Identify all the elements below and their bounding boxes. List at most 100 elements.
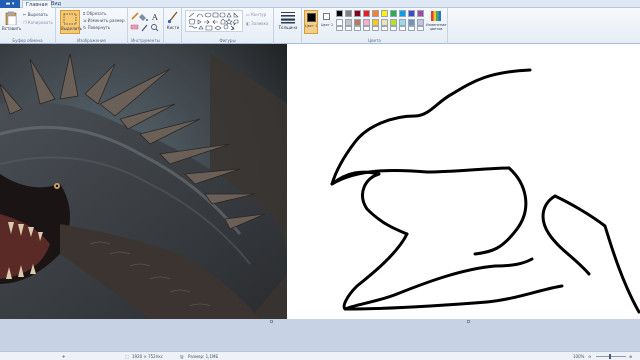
size-button[interactable]: Толщина xyxy=(277,10,299,30)
colors-group-label: Цвета xyxy=(368,38,381,43)
custom-color-slot[interactable] xyxy=(345,26,352,31)
color1-swatch xyxy=(307,13,316,22)
palette-swatch[interactable] xyxy=(372,19,379,26)
resize-button[interactable]: ⇲ Изменить размер xyxy=(83,18,125,23)
paste-button[interactable]: Вставить xyxy=(2,11,22,31)
custom-color-slot[interactable] xyxy=(336,26,343,31)
fill-bucket-icon[interactable] xyxy=(139,14,148,21)
palette-swatch[interactable] xyxy=(336,19,343,26)
custom-color-slot[interactable] xyxy=(372,26,379,31)
pasted-dragon-image[interactable] xyxy=(0,44,287,319)
drawing-stroke-head xyxy=(330,68,532,236)
eraser-icon[interactable] xyxy=(130,24,139,30)
palette-swatch[interactable] xyxy=(354,19,361,26)
fill-button[interactable]: ◧ Заливка xyxy=(246,21,268,26)
zoom-slider[interactable] xyxy=(596,356,626,357)
palette-swatch[interactable] xyxy=(363,10,370,17)
drawing-stroke-jaw xyxy=(473,166,528,256)
crop-button[interactable]: ⌗ Обрезать xyxy=(83,11,106,16)
rotate-button[interactable]: ↻ Повернуть xyxy=(83,25,110,30)
file-menu-button[interactable]: ▬ ▾ xyxy=(0,0,20,8)
edit-colors-button[interactable]: Изменение цветов xyxy=(426,10,446,31)
brush-icon xyxy=(167,11,178,24)
zoom-slider-thumb[interactable] xyxy=(609,354,611,359)
text-icon[interactable]: A xyxy=(151,13,158,22)
shapes-gallery[interactable] xyxy=(185,10,243,32)
drawing-stroke-brow xyxy=(330,166,511,186)
select-button[interactable]: Выделить xyxy=(60,10,82,34)
copy-button[interactable]: ❐ Копировать xyxy=(23,20,53,25)
custom-color-slot[interactable] xyxy=(417,26,424,31)
custom-color-slot[interactable] xyxy=(408,26,415,31)
palette-swatch[interactable] xyxy=(408,10,415,17)
shapes-group: ▭ Контур ◧ Заливка Фигуры xyxy=(182,8,274,44)
custom-color-slot[interactable] xyxy=(399,26,406,31)
palette-swatch[interactable] xyxy=(399,19,406,26)
palette-swatch[interactable] xyxy=(381,19,388,26)
color1-button[interactable]: Цвет 1 xyxy=(304,10,318,34)
palette-swatch[interactable] xyxy=(381,10,388,17)
clipboard-group: Вставить ✂ Вырезать ❐ Копировать Буфер о… xyxy=(0,8,56,44)
image-group-label: Изображение xyxy=(77,38,106,43)
custom-color-slot[interactable] xyxy=(381,26,388,31)
paste-icon xyxy=(5,11,17,25)
tools-group: A Инструменты xyxy=(128,8,164,44)
palette-swatch[interactable] xyxy=(399,10,406,17)
size-group: Толщина xyxy=(274,8,302,44)
palette-swatch[interactable] xyxy=(336,10,343,17)
brushes-button[interactable]: Кисти xyxy=(166,10,180,30)
palette-swatch[interactable] xyxy=(354,10,361,17)
magnifier-icon[interactable] xyxy=(151,24,159,32)
file-size-icon: 🖫 xyxy=(180,354,184,359)
copy-label: Копировать xyxy=(27,20,53,25)
resize-handle-bottom-left[interactable] xyxy=(270,320,273,323)
custom-color-slot[interactable] xyxy=(390,26,397,31)
palette-swatch[interactable] xyxy=(417,19,424,26)
resize-label: Изменить размер xyxy=(87,18,125,23)
palette-swatch[interactable] xyxy=(345,10,352,17)
brushes-label: Кисти xyxy=(166,25,180,30)
outline-button[interactable]: ▭ Контур xyxy=(246,12,266,17)
palette-swatch[interactable] xyxy=(390,19,397,26)
ribbon-tab-row: ▬ ▾ Главная Вид xyxy=(0,0,640,8)
crop-icon: ⌗ xyxy=(83,11,86,16)
scissors-icon: ✂ xyxy=(23,12,27,17)
resize-icon: ⇲ xyxy=(83,18,87,23)
color2-button[interactable]: Цвет 2 xyxy=(320,10,334,34)
custom-color-slot[interactable] xyxy=(363,26,370,31)
color-picker-icon[interactable] xyxy=(141,24,148,32)
palette-swatch[interactable] xyxy=(345,19,352,26)
custom-color-slot[interactable] xyxy=(354,26,361,31)
cut-button[interactable]: ✂ Вырезать xyxy=(23,12,48,17)
palette-swatch[interactable] xyxy=(390,10,397,17)
drawing-canvas[interactable] xyxy=(287,44,640,319)
selection-size-icon: ⬚ xyxy=(125,354,129,359)
zoom-level: 100% xyxy=(573,354,585,359)
tab-view[interactable]: Вид xyxy=(48,0,64,8)
fill-icon: ◧ xyxy=(246,21,250,26)
palette-swatch[interactable] xyxy=(408,19,415,26)
freehand-drawing xyxy=(330,68,640,314)
outline-icon: ▭ xyxy=(246,12,250,17)
ribbon: Вставить ✂ Вырезать ❐ Копировать Буфер о… xyxy=(0,8,640,44)
fill-label: Заливка xyxy=(251,21,269,26)
palette-swatch[interactable] xyxy=(372,10,379,17)
pencil-icon[interactable] xyxy=(131,12,139,20)
paste-label: Вставить xyxy=(2,26,22,31)
status-bar: ✛ ⬚ 1920 × 752пкс 🖫 Размер: 1,1МБ 100% ⊖… xyxy=(0,351,640,360)
zoom-in-button[interactable]: ⊕ xyxy=(629,354,632,359)
color1-label: Цвет 1 xyxy=(305,24,318,28)
color2-swatch xyxy=(323,13,330,20)
cursor-position-icon: ✛ xyxy=(62,354,66,359)
rotate-icon: ↻ xyxy=(83,25,87,30)
palette-swatch[interactable] xyxy=(417,10,424,17)
resize-handle-bottom[interactable] xyxy=(467,320,470,323)
cut-label: Вырезать xyxy=(27,12,48,17)
drawing-stroke-jaw-bottom xyxy=(343,284,564,311)
zoom-out-button[interactable]: ⊖ xyxy=(588,354,591,359)
palette-swatch[interactable] xyxy=(363,19,370,26)
clipboard-group-label: Буфер обмена xyxy=(12,38,43,43)
rotate-label: Повернуть xyxy=(87,25,111,30)
outline-label: Контур xyxy=(251,12,267,17)
drawing-stroke-neck-back xyxy=(541,194,591,276)
